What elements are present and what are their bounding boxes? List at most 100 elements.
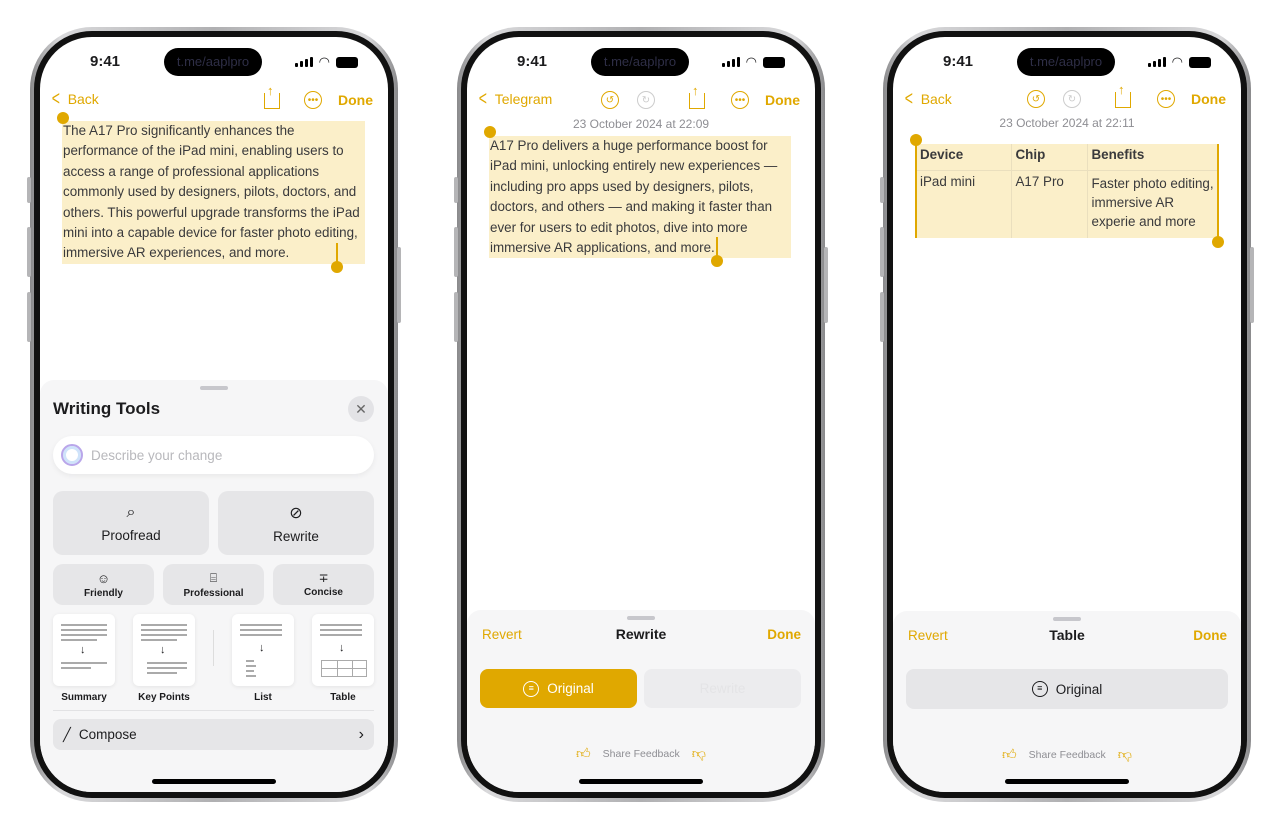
- wifi-icon: ◠: [318, 54, 330, 69]
- volume-up-button: [27, 227, 31, 277]
- share-icon[interactable]: [1115, 82, 1131, 108]
- table-header: Benefits: [1087, 144, 1218, 171]
- concise-button[interactable]: ∓ Concise: [273, 564, 374, 605]
- briefcase-icon: ⌸: [209, 570, 218, 585]
- list-thumbnail[interactable]: ↓: [232, 614, 294, 686]
- proofread-button[interactable]: ⌕ Proofread: [53, 491, 209, 555]
- table-header: Chip: [1011, 144, 1088, 171]
- home-indicator[interactable]: [152, 779, 276, 784]
- key-points-label: Key Points: [138, 692, 190, 703]
- more-icon[interactable]: •••: [731, 91, 749, 109]
- selection-end-handle[interactable]: [1212, 236, 1224, 248]
- close-button[interactable]: ✕: [348, 396, 374, 422]
- selection-end-line: [1217, 144, 1219, 242]
- volume-down-button: [454, 292, 458, 342]
- sheet-grabber[interactable]: [1053, 617, 1081, 621]
- concise-icon: ∓: [318, 571, 329, 585]
- status-icons: ◠: [294, 54, 358, 70]
- signal-icon: [1147, 57, 1166, 67]
- screen: 9:41 t.me/aaplpro ◠ <Back ↺ ↻ ••• Done 2…: [893, 37, 1241, 792]
- sheet-title: Rewrite: [615, 626, 667, 642]
- divider: [213, 630, 214, 666]
- thumbs-up-icon[interactable]: 👍︎: [1002, 746, 1017, 763]
- more-icon[interactable]: •••: [304, 91, 322, 109]
- battery-icon: [336, 56, 358, 68]
- battery-icon: [763, 56, 785, 68]
- summary-label: Summary: [61, 692, 107, 703]
- volume-down-button: [27, 292, 31, 342]
- back-button[interactable]: < Telegram: [477, 89, 553, 109]
- original-button[interactable]: ≡ Original: [906, 669, 1228, 709]
- thumbs-up-icon[interactable]: 👍︎: [576, 745, 591, 762]
- action-button: [454, 177, 458, 203]
- sheet-grabber[interactable]: [627, 616, 655, 620]
- note-date: 23 October 2024 at 22:11: [999, 116, 1135, 130]
- phone-2: 9:41 t.me/aaplpro ◠ <Telegram ↺ ↻ ••• Do…: [454, 27, 828, 802]
- sheet-title: Writing Tools: [53, 399, 161, 418]
- action-button: [27, 177, 31, 203]
- thumbs-down-icon[interactable]: 👎︎: [1118, 746, 1132, 763]
- action-button: [880, 177, 884, 203]
- done-button[interactable]: Done: [765, 92, 800, 108]
- volume-down-button: [880, 292, 884, 342]
- status-time: 9:41: [90, 53, 121, 70]
- selection-caret: [716, 237, 718, 257]
- selection-start-handle[interactable]: [910, 134, 922, 146]
- status-icons: ◠: [1147, 54, 1211, 70]
- wifi-icon: ◠: [745, 54, 757, 69]
- table-cell: A17 Pro: [1011, 170, 1088, 238]
- generated-table[interactable]: Device Chip Benefits iPad mini A17 Pro Faste…: [916, 144, 1218, 238]
- back-button[interactable]: < Back: [903, 89, 952, 109]
- more-icon[interactable]: •••: [1157, 90, 1175, 108]
- sheet-title: Table: [1049, 627, 1085, 643]
- note-date: 23 October 2024 at 22:09: [572, 117, 710, 131]
- undo-icon[interactable]: ↺: [1027, 90, 1045, 108]
- rewritten-text[interactable]: A17 Pro delivers a huge performance boos…: [489, 136, 791, 259]
- selection-start-handle[interactable]: [484, 126, 496, 138]
- status-icons: ◠: [721, 54, 785, 70]
- phone-3: 9:41 t.me/aaplpro ◠ <Back ↺ ↻ ••• Done 2…: [880, 27, 1254, 802]
- dynamic-island: t.me/aaplpro: [1017, 48, 1115, 76]
- chevron-right-icon: ›: [358, 725, 364, 743]
- home-indicator[interactable]: [1005, 779, 1129, 784]
- power-button: [824, 247, 828, 323]
- describe-change-input[interactable]: Describe your change: [53, 436, 374, 474]
- battery-icon: [1189, 56, 1211, 68]
- selected-text[interactable]: The A17 Pro significantly enhances the p…: [62, 121, 365, 264]
- original-button[interactable]: ≡ Original: [480, 669, 637, 708]
- redo-icon: ↻: [637, 91, 655, 109]
- table-header-row: Device Chip Benefits: [916, 144, 1218, 171]
- compose-button[interactable]: ╱ Compose ›: [53, 719, 374, 750]
- thumbs-down-icon[interactable]: 👎︎: [692, 745, 706, 762]
- power-button: [1250, 247, 1254, 323]
- friendly-button[interactable]: ☺ Friendly: [53, 564, 154, 605]
- rewrite-version-button: Rewrite: [644, 669, 801, 708]
- table-sheet: Revert Table Done ≡ Original 👍︎ Share Feed…: [893, 611, 1241, 792]
- share-icon[interactable]: [264, 83, 280, 109]
- selection-start-handle[interactable]: [57, 112, 69, 124]
- dynamic-island: t.me/aaplpro: [591, 48, 689, 76]
- summary-thumbnail[interactable]: ↓: [53, 614, 115, 686]
- back-button[interactable]: < Back: [50, 88, 99, 110]
- table-label: Table: [330, 692, 356, 703]
- home-indicator[interactable]: [579, 779, 703, 784]
- done-button[interactable]: Done: [1193, 628, 1227, 643]
- rewrite-button[interactable]: ⊘ Rewrite: [218, 491, 374, 555]
- proofread-icon: ⌕: [126, 503, 136, 521]
- done-button[interactable]: Done: [338, 92, 373, 108]
- screen: 9:41 t.me/aaplpro ◠ <Telegram ↺ ↻ ••• Do…: [467, 37, 815, 792]
- share-icon[interactable]: [689, 83, 705, 109]
- done-button[interactable]: Done: [767, 627, 801, 642]
- undo-icon[interactable]: ↺: [601, 91, 619, 109]
- done-button[interactable]: Done: [1191, 91, 1226, 107]
- chevron-left-icon: <: [51, 88, 60, 110]
- pencil-icon: ╱: [63, 726, 71, 742]
- table-cell: Faster photo editing, immersive AR exper…: [1087, 170, 1218, 238]
- feedback-row: 👍︎ Share Feedback 👎︎: [1002, 746, 1132, 763]
- professional-button[interactable]: ⌸ Professional: [163, 564, 264, 605]
- rewrite-icon: ⊘: [289, 504, 303, 522]
- sheet-grabber[interactable]: [200, 386, 228, 390]
- table-thumbnail[interactable]: ↓: [312, 614, 374, 686]
- key-points-thumbnail[interactable]: ↓: [133, 614, 195, 686]
- original-icon: ≡: [523, 680, 540, 697]
